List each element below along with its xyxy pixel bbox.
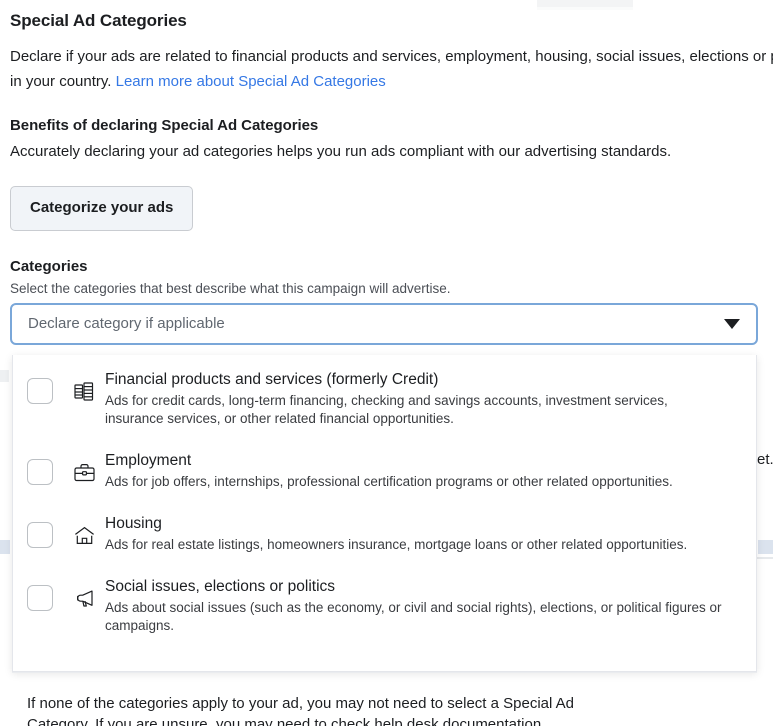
option-text-housing: Housing Ads for real estate listings, ho… — [105, 513, 744, 554]
checkbox-housing[interactable] — [27, 522, 53, 548]
money-stack-icon — [73, 378, 95, 404]
dropdown-option-financial[interactable]: Financial products and services (formerl… — [13, 355, 756, 439]
checkbox-social-issues[interactable] — [27, 585, 53, 611]
declare-category-select[interactable]: Declare category if applicable — [10, 303, 758, 345]
option-title: Housing — [105, 515, 162, 532]
no-category-note-line2: Category. If you are unsure, you may nee… — [27, 716, 546, 726]
dropdown-option-social-issues[interactable]: Social issues, elections or politics Ads… — [13, 565, 756, 646]
chevron-down-icon[interactable] — [724, 319, 740, 329]
megaphone-icon — [73, 585, 95, 611]
briefcase-icon — [73, 459, 95, 485]
option-title: Social issues, elections or politics — [105, 578, 336, 595]
option-description: Ads for real estate listings, homeowners… — [105, 537, 688, 552]
category-dropdown-panel[interactable]: Financial products and services (formerl… — [12, 355, 757, 672]
categorize-your-ads-button[interactable]: Categorize your ads — [10, 186, 194, 231]
option-title: Financial products and services (formerl… — [105, 371, 439, 388]
checkbox-financial[interactable] — [27, 378, 53, 404]
dropdown-divider — [12, 672, 757, 673]
house-icon — [73, 522, 95, 548]
no-category-note: If none of the categories apply to your … — [27, 693, 727, 726]
option-description: Ads about social issues (such as the eco… — [105, 600, 722, 633]
page-title: Special Ad Categories — [10, 11, 187, 30]
categories-help-text: Select the categories that best describe… — [10, 281, 451, 296]
dropdown-option-employment[interactable]: Employment Ads for job offers, internshi… — [13, 439, 756, 502]
background-divider-right — [757, 557, 773, 559]
option-description: Ads for credit cards, long-term financin… — [105, 393, 668, 426]
option-text-financial: Financial products and services (formerl… — [105, 369, 744, 428]
intro-paragraph: Declare if your ads are related to finan… — [10, 44, 773, 94]
option-text-social-issues: Social issues, elections or politics Ads… — [105, 576, 744, 635]
no-category-note-line1: If none of the categories apply to your … — [27, 695, 575, 712]
background-strip-left — [0, 370, 9, 382]
background-accent-left — [0, 540, 10, 554]
dropdown-option-housing[interactable]: Housing Ads for real estate listings, ho… — [13, 502, 756, 565]
benefits-title: Benefits of declaring Special Ad Categor… — [10, 117, 319, 134]
benefits-text: Accurately declaring your ad categories … — [10, 143, 672, 160]
checkbox-employment[interactable] — [27, 459, 53, 485]
screen: Special Ad Categories Declare if your ad… — [0, 0, 773, 727]
select-placeholder: Declare category if applicable — [28, 315, 225, 332]
background-accent-right — [758, 540, 773, 554]
option-text-employment: Employment Ads for job offers, internshi… — [105, 450, 744, 491]
option-title: Employment — [105, 452, 192, 469]
option-description: Ads for job offers, internships, profess… — [105, 474, 673, 489]
learn-more-link[interactable]: Learn more about Special Ad Categories — [116, 73, 386, 90]
categories-title: Categories — [10, 258, 88, 275]
background-clipped-text: et. — [757, 451, 773, 468]
